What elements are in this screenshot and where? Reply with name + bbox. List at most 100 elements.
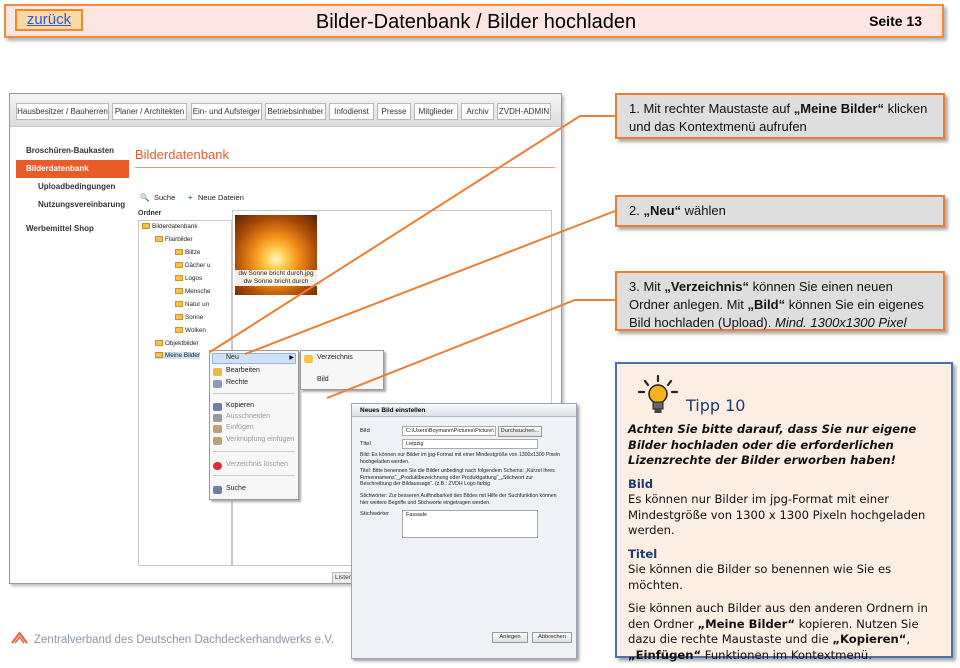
page-title: Bilder-Datenbank / Bilder hochladen (315, 11, 637, 33)
tree-item-bilderdatenbank[interactable]: Bilderdatenbank (142, 223, 198, 230)
folder-icon (175, 314, 183, 321)
menu-item-ausschneiden[interactable]: Ausschneiden (226, 413, 270, 420)
edit-icon (213, 368, 222, 376)
footer-organization: Zentralverband des Deutschen Dachdeckerh… (34, 634, 335, 646)
dialog-file-input[interactable]: C:\Users\Boymann\Pictures\Picture\ (402, 426, 496, 436)
nav-item-hausbesitzer[interactable]: Hausbesitzer / Bauherren (16, 103, 109, 120)
step3-pre: Mit (643, 279, 665, 294)
menu-item-verknuepfung[interactable]: Verknüpfung einfügen (226, 436, 294, 443)
cancel-button[interactable]: Abbrechen (532, 632, 572, 643)
tree-item-wolken[interactable]: Wolken (175, 327, 206, 334)
tree-item-meine-bilder[interactable]: Meine Bilder (155, 352, 200, 359)
copy-icon (213, 403, 222, 411)
tree-item-logos[interactable]: Logos (175, 275, 202, 282)
dialog-note-stichwoerter: Stichwörter: Zur besseren Auffindbarkeit… (360, 493, 557, 506)
nav-item-einsteiger[interactable]: Ein- und Aufsteiger (191, 103, 262, 120)
tip-header: Tipp 10 (628, 372, 941, 416)
dialog-title: Neues Bild einstellen (352, 404, 576, 417)
tip-bild-heading: Bild (628, 476, 654, 491)
browse-button[interactable]: Durchsuchen... (498, 426, 542, 437)
sidebar-item-broschueren[interactable]: Broschüren-Baukasten (16, 142, 129, 160)
folder-icon (155, 236, 163, 243)
sidebar-item-uploadbedingungen[interactable]: Uploadbedingungen (16, 178, 129, 196)
menu-highlight (212, 353, 296, 364)
submenu-item-bild[interactable]: Bild (317, 376, 329, 383)
search-icon[interactable]: 🔍 (140, 189, 149, 207)
nav-item-presse[interactable]: Presse (377, 103, 411, 120)
top-nav: Hausbesitzer / Bauherren Planer / Archit… (10, 94, 561, 127)
submenu-arrow-icon: ▶ (289, 355, 294, 361)
search-icon (213, 486, 222, 494)
toolbar: 🔍 Suche + Neue Dateien (138, 189, 558, 207)
menu-item-suche[interactable]: Suche (226, 485, 246, 492)
tree-item-blitze[interactable]: Blitze (175, 249, 200, 256)
paste-link-icon (213, 437, 222, 445)
zvdh-logo-icon (11, 631, 28, 644)
submenu: Verzeichnis Bild (300, 350, 384, 390)
page: { "header": {"back_label": "zurück", "ti… (0, 0, 960, 668)
folder-icon (175, 262, 183, 269)
step2-bold: „Neu“ (643, 203, 682, 218)
dialog-note-bild: Bild: Es können nur Bilder im jpg-Format… (360, 452, 561, 465)
nav-item-betriebsinhaber[interactable]: Betriebsinhaber (265, 103, 326, 120)
nav-item-mitglieder[interactable]: Mitglieder (414, 103, 458, 120)
lightbulb-icon (637, 374, 679, 413)
step-box-1: 1. Mit rechter Maustaste auf „Meine Bild… (615, 93, 945, 139)
rights-icon (213, 380, 222, 388)
upload-dialog: Neues Bild einstellen Bild C:\Users\Boym… (351, 403, 577, 659)
folder-icon (175, 275, 183, 282)
folder-icon (175, 327, 183, 334)
step2-post: wählen (681, 203, 726, 218)
menu-item-bearbeiten[interactable]: Bearbeiten (226, 367, 260, 374)
menu-item-rechte[interactable]: Rechte (226, 379, 248, 386)
folder-icon (155, 340, 163, 347)
tree-item-objektbilder[interactable]: Objektbilder (155, 340, 199, 347)
menu-item-neu[interactable]: Neu (226, 354, 239, 361)
submenu-item-verzeichnis[interactable]: Verzeichnis (317, 354, 353, 361)
menu-item-kopieren[interactable]: Kopieren (226, 402, 254, 409)
create-button[interactable]: Anlegen (492, 632, 528, 643)
dialog-title-input[interactable]: Leipzig (402, 439, 538, 449)
sidebar-item-nutzungsvereinbarung[interactable]: Nutzungsvereinbarung (16, 196, 129, 214)
menu-separator (213, 393, 295, 394)
menu-item-verzeichnis-loeschen[interactable]: Verzeichnis löschen (226, 461, 288, 468)
nav-item-planer[interactable]: Planer / Architekten (112, 103, 187, 120)
folder-icon (175, 288, 183, 295)
tip-box: Tipp 10 Achten Sie bitte darauf, dass Si… (615, 362, 953, 662)
tip-copy-paragraph: Sie können auch Bilder aus den anderen O… (628, 601, 928, 662)
folder-icon (142, 223, 150, 230)
toolbar-new-files[interactable]: Neue Dateien (198, 189, 244, 207)
menu-item-einfuegen[interactable]: Einfügen (226, 424, 254, 431)
step1-bold: „Meine Bilder“ (793, 101, 885, 116)
menu-separator (213, 475, 295, 476)
menu-separator (213, 451, 295, 452)
step3-bold2: „Bild“ (747, 297, 786, 312)
step-box-3: 3. Mit „Verzeichnis“ können Sie einen ne… (615, 271, 945, 331)
nav-item-infodienst[interactable]: Infodienst (329, 103, 374, 120)
title-divider (135, 167, 555, 168)
tree-item-natur[interactable]: Natur un (175, 301, 209, 308)
dialog-stich-label: Stichwörter (360, 511, 389, 517)
dialog-keywords-textarea[interactable]: Fassade (402, 510, 538, 538)
tree-item-sonne[interactable]: Sonne (175, 314, 203, 321)
tip-title: Tipp 10 (686, 396, 746, 415)
paste-icon (213, 425, 222, 433)
sidebar: Broschüren-Baukasten Bilderdatenbank Upl… (16, 142, 129, 238)
sidebar-item-werbemittel[interactable]: Werbemittel Shop (16, 220, 129, 238)
step3-italic: Mind. 1300x1300 Pixel (774, 315, 907, 330)
page-number: Seite 13 (869, 13, 922, 29)
tree-item-menschen[interactable]: Mensche (175, 288, 211, 295)
tip-lead: Achten Sie bitte darauf, dass Sie nur ei… (628, 422, 917, 467)
section-title: Bilderdatenbank (135, 147, 229, 162)
tree-item-daecher[interactable]: Dächer u (175, 262, 211, 269)
toolbar-search[interactable]: Suche (154, 189, 175, 207)
sidebar-item-bilderdatenbank[interactable]: Bilderdatenbank (16, 160, 129, 178)
nav-item-zvdh-admin[interactable]: ZVDH-ADMIN (497, 103, 551, 120)
plus-icon[interactable]: + (188, 189, 192, 207)
tip-bild-text: Es können nur Bilder im jpg-Format mit e… (628, 492, 926, 537)
header-bar: zurück Bilder-Datenbank / Bilder hochlad… (4, 4, 944, 38)
nav-item-archiv[interactable]: Archiv (461, 103, 494, 120)
tip-titel-text: Sie können die Bilder so benennen wie Si… (628, 562, 892, 592)
tree-item-flairbilder[interactable]: Flairbilder (155, 236, 193, 243)
folder-icon (304, 355, 313, 363)
